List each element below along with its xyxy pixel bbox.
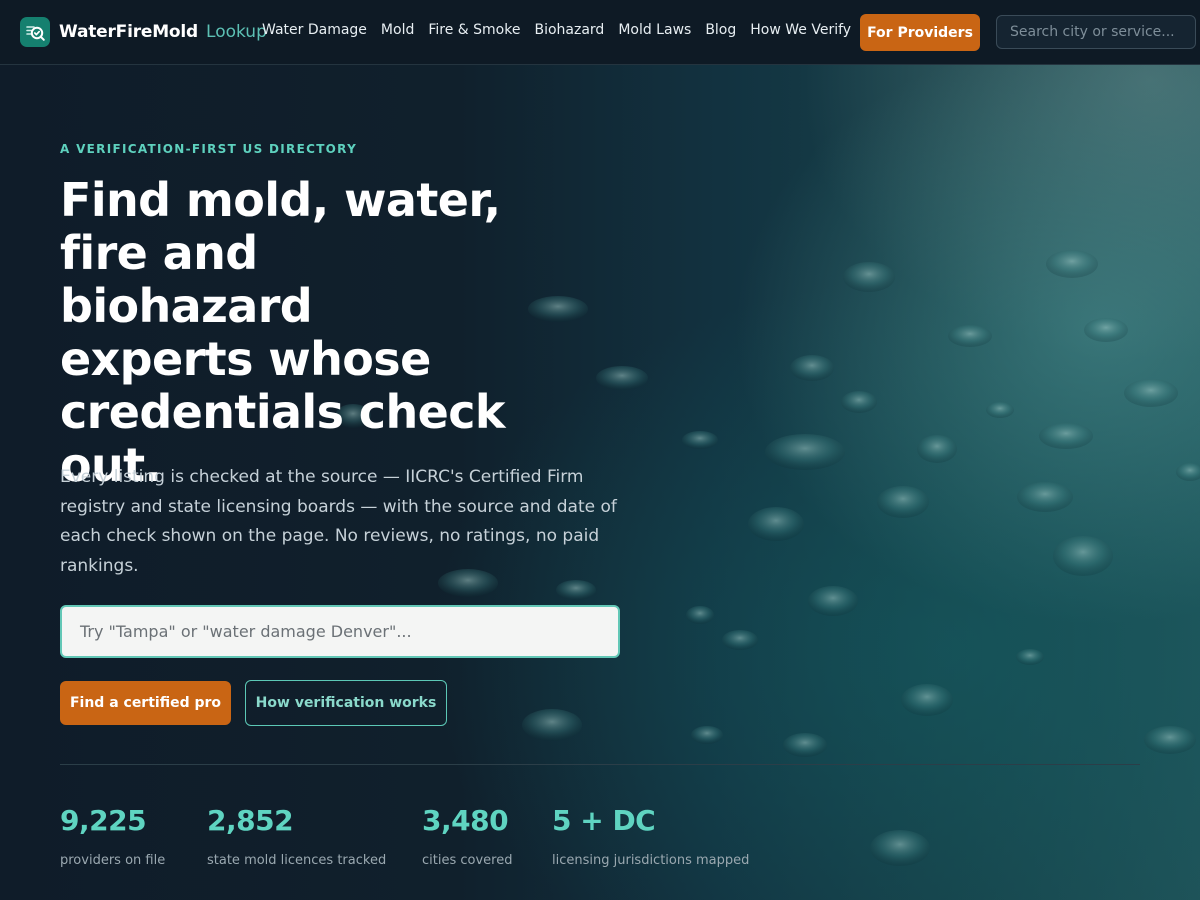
header-search-input[interactable]: Search city or service... <box>996 15 1196 49</box>
stat-cities: 3,480 cities covered <box>422 804 512 868</box>
stat-jurisdictions: 5 + DC licensing jurisdictions mapped <box>552 804 749 868</box>
stat-value: 9,225 <box>60 804 147 837</box>
stat-label: providers on file <box>60 853 166 868</box>
for-providers-button[interactable]: For Providers <box>860 14 980 51</box>
stat-licences: 2,852 state mold licences tracked <box>207 804 386 868</box>
stats-divider <box>60 764 1140 765</box>
shield-check-icon <box>20 17 50 47</box>
nav-link-mold[interactable]: Mold <box>381 22 414 38</box>
stat-value: 2,852 <box>207 804 294 837</box>
find-certified-pro-button[interactable]: Find a certified pro <box>60 681 231 725</box>
top-navigation-bar: WaterFireMold Lookup Water Damage Mold F… <box>0 0 1200 65</box>
hero-search-input[interactable]: Try "Tampa" or "water damage Denver"... <box>60 605 620 658</box>
nav-link-blog[interactable]: Blog <box>705 22 736 38</box>
stat-label: cities covered <box>422 853 513 868</box>
how-verification-works-button[interactable]: How verification works <box>245 680 447 726</box>
brand-name: WaterFireMold <box>59 22 199 42</box>
main-nav: Water Damage Mold Fire & Smoke Biohazard… <box>262 22 865 38</box>
nav-link-mold-laws[interactable]: Mold Laws <box>618 22 691 38</box>
hero-lead-paragraph: Every listing is checked at the source —… <box>60 467 617 576</box>
hero-eyebrow: A VERIFICATION-FIRST US DIRECTORY <box>60 142 358 156</box>
brand-logo-link[interactable]: WaterFireMold Lookup <box>20 17 267 47</box>
brand-suffix: Lookup <box>206 22 267 42</box>
nav-link-biohazard[interactable]: Biohazard <box>534 22 604 38</box>
stat-value: 5 + DC <box>552 804 656 837</box>
hero-headline: Find mold, water, fire and biohazard exp… <box>60 173 505 492</box>
stat-value: 3,480 <box>422 804 509 837</box>
nav-link-water-damage[interactable]: Water Damage <box>262 22 367 38</box>
nav-link-how-we-verify[interactable]: How We Verify <box>750 22 851 38</box>
stat-label: licensing jurisdictions mapped <box>552 853 750 868</box>
nav-link-fire-smoke[interactable]: Fire & Smoke <box>428 22 520 38</box>
stat-label: state mold licences tracked <box>207 853 387 868</box>
stat-providers: 9,225 providers on file <box>60 804 165 868</box>
